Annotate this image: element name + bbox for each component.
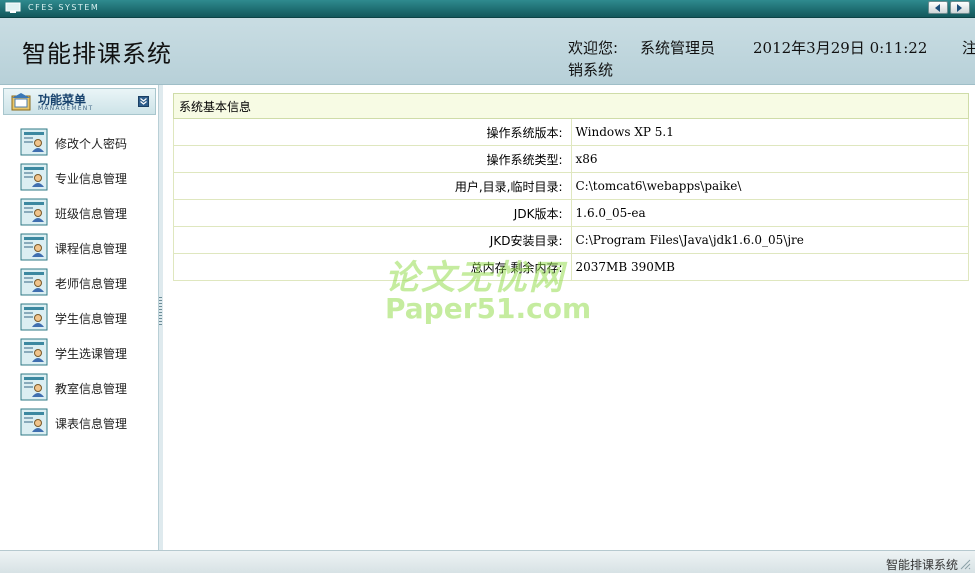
menu-item-course-management[interactable]: 课程信息管理: [20, 233, 150, 263]
menu-item-label: 班级信息管理: [55, 207, 128, 221]
row-value: C:\tomcat6\webapps\paike\: [570, 172, 969, 200]
user-card-icon: [20, 163, 48, 194]
menu-item-course-selection[interactable]: 学生选课管理: [20, 338, 150, 368]
menu-item-major-management[interactable]: 专业信息管理: [20, 163, 150, 193]
row-value: 1.6.0_05-ea: [570, 199, 969, 227]
menu-item-change-password[interactable]: 修改个人密码: [20, 128, 150, 158]
user-card-icon: [20, 128, 48, 159]
splitter-grip[interactable]: [159, 297, 162, 327]
menu-item-teacher-management[interactable]: 老师信息管理: [20, 268, 150, 298]
status-bar: 智能排课系统: [0, 550, 975, 573]
menu-header: 功能菜单 MANAGEMENT: [3, 88, 156, 115]
user-card-icon: [20, 373, 48, 404]
row-label: 用户,目录,临时目录:: [173, 172, 572, 200]
row-label: 操作系统类型:: [173, 145, 572, 173]
table-row: JDK版本: 1.6.0_05-ea: [173, 199, 969, 227]
row-label: JDK版本:: [173, 199, 572, 227]
table-row: 用户,目录,临时目录: C:\tomcat6\webapps\paike\: [173, 172, 969, 200]
menu-item-label: 专业信息管理: [55, 172, 128, 186]
menu-item-classroom-management[interactable]: 教室信息管理: [20, 373, 150, 403]
status-text: 智能排课系统: [886, 558, 959, 572]
table-title: 系统基本信息: [173, 93, 969, 119]
menu-home-icon: [10, 92, 32, 115]
row-value: C:\Program Files\Java\jdk1.6.0_05\jre: [570, 226, 969, 254]
user-card-icon: [20, 408, 48, 439]
logout-link[interactable]: 注: [962, 37, 975, 58]
menu-collapse-button[interactable]: [138, 96, 149, 107]
arrow-right-icon: [957, 4, 962, 12]
table-row: 操作系统类型: x86: [173, 145, 969, 173]
arrow-left-icon: [935, 4, 940, 12]
menu-item-timetable-management[interactable]: 课表信息管理: [20, 408, 150, 438]
row-label: 总内存 剩余内存:: [173, 253, 572, 281]
datetime: 2012年3月29日 0:11:22: [753, 39, 928, 57]
welcome-label: 欢迎您:: [568, 39, 619, 57]
monitor-icon: [5, 2, 21, 14]
double-chevron-down-icon: [140, 98, 147, 105]
menu-item-label: 学生信息管理: [55, 312, 128, 326]
user-card-icon: [20, 198, 48, 229]
user-card-icon: [20, 338, 48, 369]
row-value: x86: [570, 145, 969, 173]
user-card-icon: [20, 268, 48, 299]
menu-item-label: 课表信息管理: [55, 417, 128, 431]
row-value: 2037MB 390MB: [570, 253, 969, 281]
table-row: 总内存 剩余内存: 2037MB 390MB: [173, 253, 969, 281]
menu-item-label: 课程信息管理: [55, 242, 128, 256]
menu-item-label: 学生选课管理: [55, 347, 128, 361]
user-card-icon: [20, 233, 48, 264]
table-row: 操作系统版本: Windows XP 5.1: [173, 118, 969, 146]
menu-item-student-management[interactable]: 学生信息管理: [20, 303, 150, 333]
system-top-bar: CFES SYSTEM: [0, 0, 975, 18]
system-name: CFES SYSTEM: [28, 3, 100, 12]
user-card-icon: [20, 303, 48, 334]
menu-item-label: 老师信息管理: [55, 277, 128, 291]
menu-item-label: 教室信息管理: [55, 382, 128, 396]
app-header: 智能排课系统 欢迎您: 系统管理员 2012年3月29日 0:11:22 注 销…: [0, 18, 975, 85]
resize-grip-icon[interactable]: [960, 559, 971, 573]
menu-item-label: 修改个人密码: [55, 137, 128, 151]
nav-forward-button[interactable]: [950, 1, 970, 14]
menu-item-class-management[interactable]: 班级信息管理: [20, 198, 150, 228]
nav-back-button[interactable]: [928, 1, 948, 14]
table-row: JKD安装目录: C:\Program Files\Java\jdk1.6.0_…: [173, 226, 969, 254]
logout-link-continued[interactable]: 销系统: [568, 59, 613, 80]
system-info-table: 系统基本信息 操作系统版本: Windows XP 5.1 操作系统类型: x8…: [173, 93, 969, 281]
menu-subtitle: MANAGEMENT: [38, 105, 94, 112]
username: 系统管理员: [640, 39, 716, 57]
main-content: 系统基本信息 操作系统版本: Windows XP 5.1 操作系统类型: x8…: [163, 85, 975, 550]
app-title: 智能排课系统: [22, 40, 172, 68]
row-label: JKD安装目录:: [173, 226, 572, 254]
row-value: Windows XP 5.1: [570, 118, 969, 146]
row-label: 操作系统版本:: [173, 118, 572, 146]
sidebar: 功能菜单 MANAGEMENT 修改个人密码 专业信息管理 班级信息管理 课程信…: [0, 85, 159, 550]
